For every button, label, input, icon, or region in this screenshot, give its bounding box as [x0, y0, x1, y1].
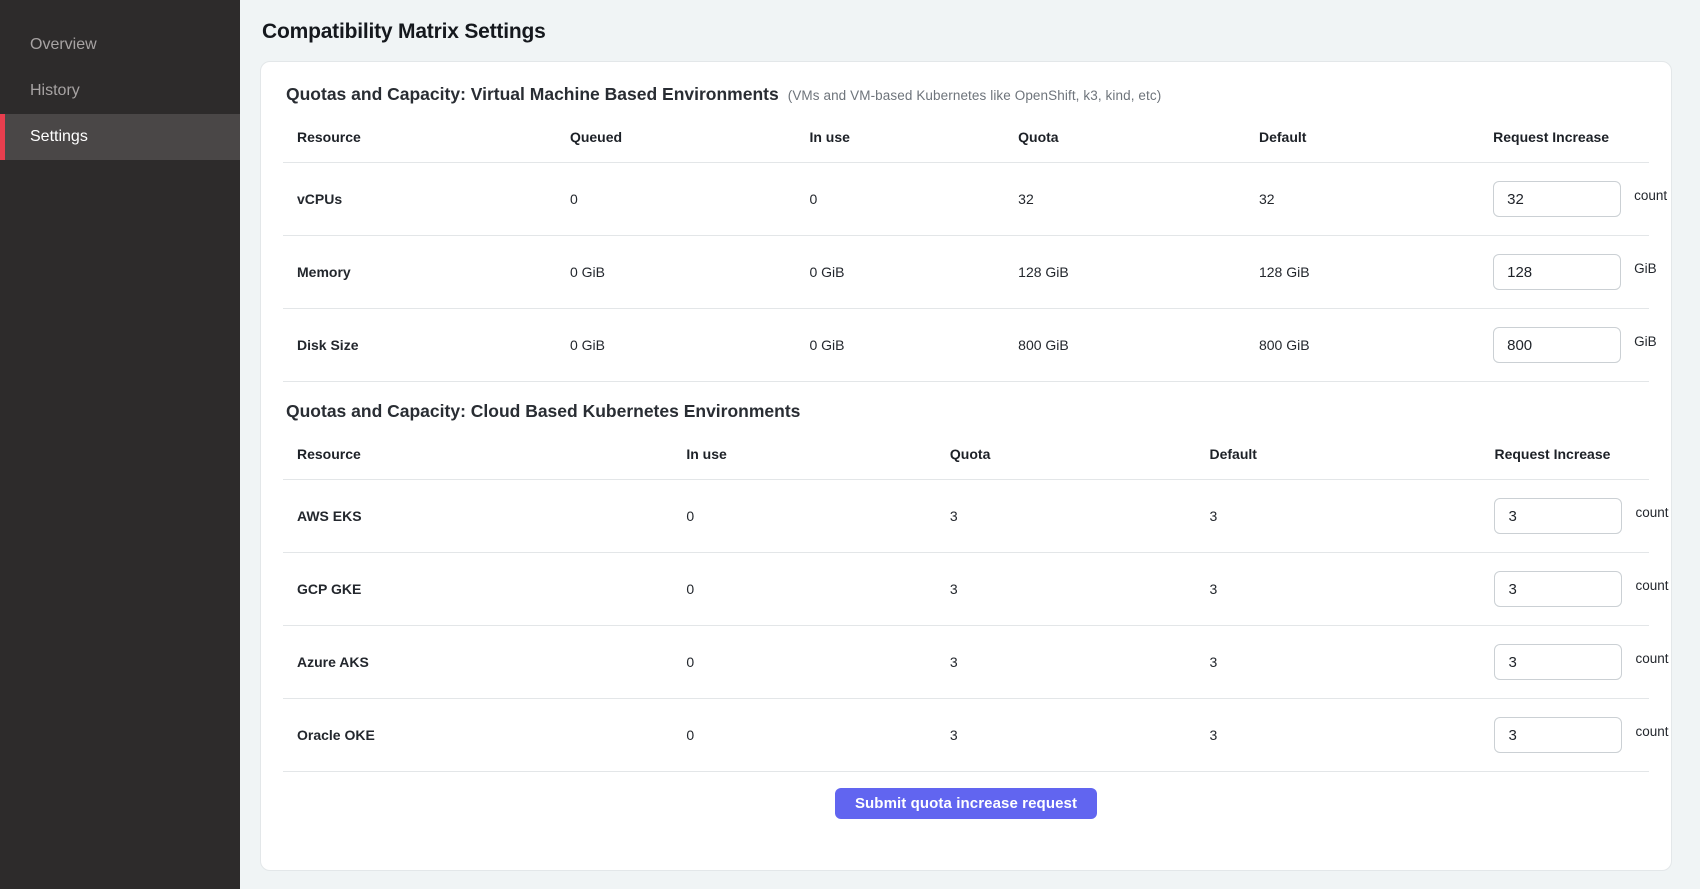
column-header-request-increase: Request Increase	[1494, 446, 1635, 462]
in-use-value: 0	[686, 508, 950, 524]
in-use-value: 0 GiB	[809, 337, 1018, 353]
table-row: Disk Size 0 GiB 0 GiB 800 GiB 800 GiB Gi…	[283, 309, 1649, 382]
unit-label: count	[1635, 505, 1668, 520]
sidebar-item-overview[interactable]: Overview	[0, 22, 240, 68]
resource-name: Azure AKS	[297, 654, 686, 670]
column-header-resource: Resource	[297, 446, 686, 462]
quota-value: 3	[950, 508, 1210, 524]
request-increase-input[interactable]	[1493, 327, 1621, 363]
cloud-quota-table: Resource In use Quota Default Request In…	[283, 446, 1649, 772]
unit-label: count	[1634, 188, 1667, 203]
cloud-quotas-section: Quotas and Capacity: Cloud Based Kuberne…	[283, 401, 1649, 772]
vm-section-title: Quotas and Capacity: Virtual Machine Bas…	[286, 84, 779, 105]
cloud-section-title: Quotas and Capacity: Cloud Based Kuberne…	[286, 401, 800, 422]
table-row: Oracle OKE 0 3 3 count	[283, 699, 1649, 772]
request-increase-group: count	[1494, 498, 1668, 534]
queued-value: 0 GiB	[570, 264, 810, 280]
quota-value: 32	[1018, 191, 1259, 207]
quota-value: 3	[950, 727, 1210, 743]
vm-quotas-section: Quotas and Capacity: Virtual Machine Bas…	[283, 84, 1649, 382]
unit-label: GiB	[1634, 334, 1657, 349]
unit-label: count	[1635, 578, 1668, 593]
main-content: Compatibility Matrix Settings Quotas and…	[240, 0, 1700, 889]
column-header-default: Default	[1259, 129, 1493, 145]
table-row: Memory 0 GiB 0 GiB 128 GiB 128 GiB GiB	[283, 236, 1649, 309]
vm-quota-table: Resource Queued In use Quota Default Req…	[283, 129, 1649, 382]
column-header-default: Default	[1209, 446, 1494, 462]
column-header-queued: Queued	[570, 129, 810, 145]
request-increase-group: count	[1494, 717, 1668, 753]
quota-value: 128 GiB	[1018, 264, 1259, 280]
in-use-value: 0	[809, 191, 1018, 207]
sidebar-nav: Overview History Settings	[0, 22, 240, 160]
sidebar: Overview History Settings	[0, 0, 240, 889]
request-increase-group: count	[1494, 644, 1668, 680]
quota-value: 3	[950, 654, 1210, 670]
default-value: 3	[1209, 727, 1494, 743]
table-row: vCPUs 0 0 32 32 count	[283, 163, 1649, 236]
table-row: AWS EKS 0 3 3 count	[283, 480, 1649, 553]
default-value: 800 GiB	[1259, 337, 1493, 353]
default-value: 3	[1209, 654, 1494, 670]
unit-label: count	[1635, 724, 1668, 739]
in-use-value: 0	[686, 581, 950, 597]
column-header-quota: Quota	[950, 446, 1210, 462]
default-value: 128 GiB	[1259, 264, 1493, 280]
resource-name: GCP GKE	[297, 581, 686, 597]
request-increase-input[interactable]	[1493, 254, 1621, 290]
table-row: Azure AKS 0 3 3 count	[283, 626, 1649, 699]
request-increase-input[interactable]	[1493, 181, 1621, 217]
column-header-in-use: In use	[686, 446, 950, 462]
column-header-request-increase: Request Increase	[1493, 129, 1635, 145]
cloud-section-heading: Quotas and Capacity: Cloud Based Kuberne…	[286, 401, 1649, 422]
in-use-value: 0 GiB	[809, 264, 1018, 280]
queued-value: 0	[570, 191, 810, 207]
quota-value: 3	[950, 581, 1210, 597]
column-header-quota: Quota	[1018, 129, 1259, 145]
unit-label: count	[1635, 651, 1668, 666]
vm-section-note: (VMs and VM-based Kubernetes like OpenSh…	[788, 88, 1162, 103]
request-increase-group: GiB	[1493, 254, 1657, 290]
request-increase-group: count	[1494, 571, 1668, 607]
page-title: Compatibility Matrix Settings	[262, 20, 1672, 44]
submit-quota-increase-button[interactable]: Submit quota increase request	[835, 788, 1097, 819]
table-row: GCP GKE 0 3 3 count	[283, 553, 1649, 626]
unit-label: GiB	[1634, 261, 1657, 276]
default-value: 32	[1259, 191, 1493, 207]
vm-table-header-row: Resource Queued In use Quota Default Req…	[283, 129, 1649, 163]
in-use-value: 0	[686, 727, 950, 743]
cloud-table-header-row: Resource In use Quota Default Request In…	[283, 446, 1649, 480]
request-increase-input[interactable]	[1494, 717, 1622, 753]
column-header-resource: Resource	[297, 129, 570, 145]
resource-name: AWS EKS	[297, 508, 686, 524]
settings-card: Quotas and Capacity: Virtual Machine Bas…	[260, 61, 1672, 871]
default-value: 3	[1209, 581, 1494, 597]
sidebar-item-settings[interactable]: Settings	[0, 114, 240, 160]
resource-name: Disk Size	[297, 337, 570, 353]
card-footer: Submit quota increase request	[283, 788, 1649, 819]
in-use-value: 0	[686, 654, 950, 670]
quota-value: 800 GiB	[1018, 337, 1259, 353]
request-increase-group: GiB	[1493, 327, 1657, 363]
column-header-in-use: In use	[809, 129, 1018, 145]
sidebar-item-history[interactable]: History	[0, 68, 240, 114]
vm-section-heading: Quotas and Capacity: Virtual Machine Bas…	[286, 84, 1649, 105]
resource-name: Memory	[297, 264, 570, 280]
resource-name: vCPUs	[297, 191, 570, 207]
queued-value: 0 GiB	[570, 337, 810, 353]
resource-name: Oracle OKE	[297, 727, 686, 743]
request-increase-input[interactable]	[1494, 498, 1622, 534]
request-increase-input[interactable]	[1494, 644, 1622, 680]
default-value: 3	[1209, 508, 1494, 524]
request-increase-group: count	[1493, 181, 1667, 217]
request-increase-input[interactable]	[1494, 571, 1622, 607]
